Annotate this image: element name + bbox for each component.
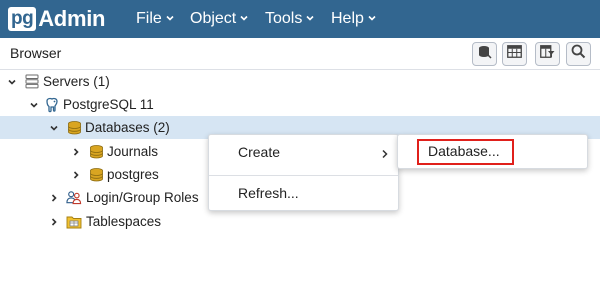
- chevron-down-icon[interactable]: [28, 99, 40, 111]
- tree-label-databases: Databases (2): [85, 120, 170, 135]
- chevron-down-icon[interactable]: [6, 76, 18, 88]
- search-icon: [571, 44, 586, 64]
- browser-panel-header: Browser: [0, 38, 600, 70]
- chevron-right-icon[interactable]: [48, 192, 60, 204]
- tree-label-postgresql-11: PostgreSQL 11: [63, 97, 154, 112]
- context-menu-refresh[interactable]: Refresh...: [209, 177, 398, 210]
- chevron-down-icon: [240, 14, 248, 22]
- menu-tools[interactable]: Tools: [265, 0, 314, 38]
- context-menu-create[interactable]: Create: [209, 135, 398, 169]
- menu-object[interactable]: Object: [190, 0, 248, 38]
- view-data-button[interactable]: [502, 42, 527, 66]
- submenu-database[interactable]: Database...: [398, 135, 587, 168]
- chevron-right-icon: [381, 146, 389, 162]
- menu-tools-label: Tools: [265, 10, 303, 27]
- filtered-rows-button[interactable]: [535, 42, 560, 66]
- filtered-rows-icon: [540, 45, 555, 63]
- databases-icon: [66, 120, 82, 136]
- tree-label-postgres: postgres: [107, 167, 159, 182]
- context-menu-create-label: Create: [238, 144, 281, 160]
- menu-object-label: Object: [190, 10, 237, 27]
- database-icon: [88, 167, 104, 183]
- search-button[interactable]: [566, 42, 591, 66]
- group-roles-icon: [66, 190, 82, 206]
- create-submenu: Database...: [397, 134, 588, 169]
- query-tool-icon: [478, 45, 492, 64]
- logo-prefix: pg: [8, 7, 37, 31]
- servers-icon: [24, 74, 40, 90]
- chevron-down-icon[interactable]: [48, 122, 60, 134]
- chevron-right-icon[interactable]: [70, 146, 82, 158]
- postgresql-elephant-icon: [44, 97, 60, 113]
- menu-help[interactable]: Help: [331, 0, 376, 38]
- menu-file-label: File: [136, 10, 162, 27]
- logo-suffix: Admin: [38, 6, 106, 31]
- tree-label-tablespaces: Tablespaces: [86, 214, 162, 229]
- chevron-right-icon[interactable]: [48, 216, 60, 228]
- menu-divider: [209, 175, 398, 176]
- chevron-down-icon: [166, 14, 174, 22]
- tree-item-postgresql-11[interactable]: PostgreSQL 11: [0, 93, 600, 116]
- menu-help-label: Help: [331, 10, 364, 27]
- tree-label-servers: Servers (1): [43, 74, 110, 89]
- chevron-right-icon[interactable]: [70, 169, 82, 181]
- top-navbar: pg Admin File Object Tools Help: [0, 0, 600, 38]
- tree-item-tablespaces[interactable]: Tablespaces: [0, 210, 600, 233]
- chevron-down-icon: [306, 14, 314, 22]
- tree-label-journals: Journals: [107, 144, 159, 159]
- context-menu: Create Refresh...: [208, 134, 399, 211]
- menu-file[interactable]: File: [136, 0, 174, 38]
- chevron-down-icon: [368, 14, 376, 22]
- database-icon: [88, 144, 104, 160]
- query-tool-button[interactable]: [472, 42, 497, 66]
- tree-label-login-group-roles: Login/Group Roles: [86, 190, 199, 205]
- submenu-database-label: Database...: [428, 143, 500, 159]
- browser-title: Browser: [10, 45, 62, 61]
- pgadmin-logo[interactable]: pg Admin: [8, 6, 105, 32]
- view-data-icon: [507, 45, 522, 63]
- context-menu-refresh-label: Refresh...: [238, 185, 299, 201]
- tree-item-servers[interactable]: Servers (1): [0, 70, 600, 93]
- tablespaces-folder-icon: [66, 214, 82, 230]
